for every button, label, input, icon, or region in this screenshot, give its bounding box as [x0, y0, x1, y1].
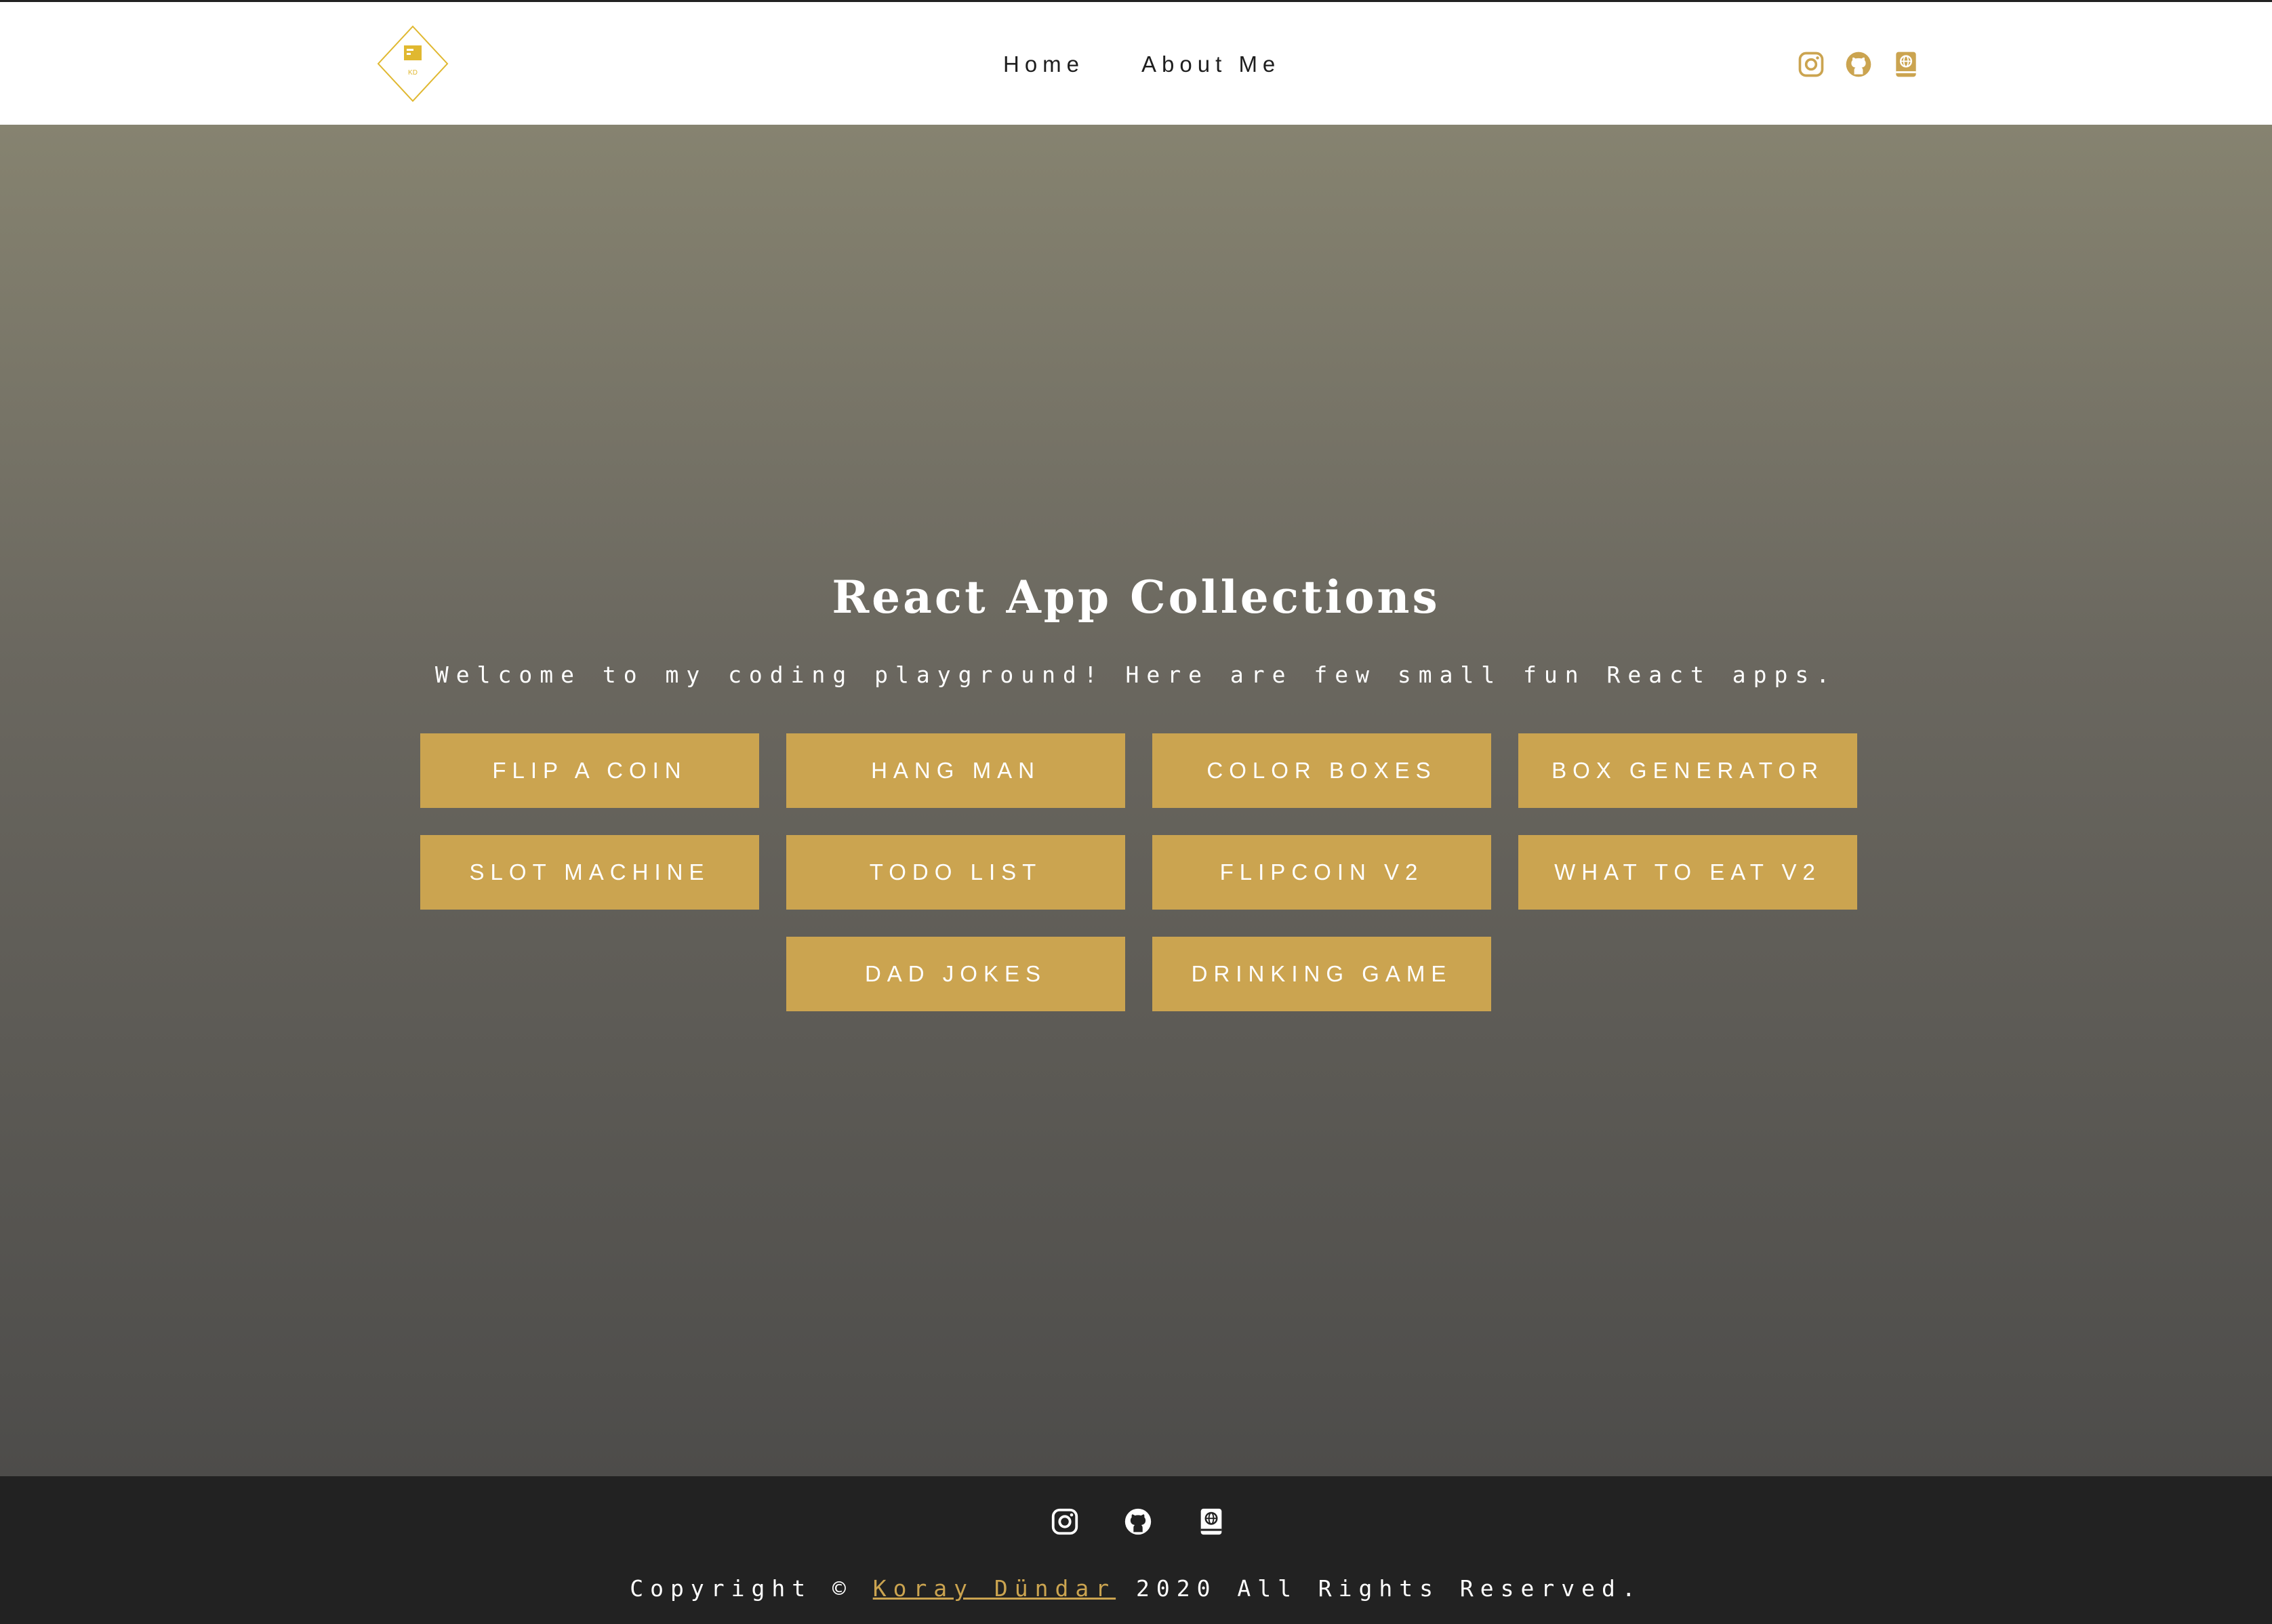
- page-title: React App Collections: [832, 571, 1440, 624]
- author-link[interactable]: Koray Dündar: [873, 1575, 1116, 1602]
- footer-social-icons: [1049, 1506, 1227, 1537]
- github-icon[interactable]: [1844, 49, 1873, 79]
- instagram-icon[interactable]: [1796, 49, 1826, 79]
- logo-initials: KD: [408, 69, 418, 77]
- github-icon[interactable]: [1122, 1506, 1154, 1537]
- app-button-what-to-eat-v2[interactable]: WHAT TO EAT V2: [1518, 835, 1857, 910]
- app-button-color-boxes[interactable]: COLOR BOXES: [1152, 733, 1491, 808]
- page-subtitle: Welcome to my coding playground! Here ar…: [434, 662, 1838, 688]
- app-button-flipcoin-v2[interactable]: FLIPCOIN V2: [1152, 835, 1491, 910]
- hero-section: React App Collections Welcome to my codi…: [0, 125, 2272, 1476]
- app-button-drinking-game[interactable]: DRINKING GAME: [1152, 937, 1491, 1011]
- logo-icon[interactable]: KD: [377, 25, 449, 102]
- copyright-suffix: 2020 All Rights Reserved.: [1136, 1575, 1642, 1602]
- book-globe-icon[interactable]: [1891, 49, 1921, 79]
- app-button-dad-jokes[interactable]: DAD JOKES: [786, 937, 1125, 1011]
- instagram-icon[interactable]: [1049, 1506, 1080, 1537]
- app-button-slot-machine[interactable]: SLOT MACHINE: [420, 835, 759, 910]
- copyright-prefix: Copyright ©: [630, 1575, 853, 1602]
- app-button-flip-a-coin[interactable]: FLIP A COIN: [420, 733, 759, 808]
- nav-links: Home About Me: [1003, 48, 1280, 81]
- book-globe-icon[interactable]: [1196, 1506, 1227, 1537]
- nav-social-icons: [1796, 49, 1921, 79]
- navbar: KD Home About Me: [0, 2, 2272, 125]
- app-button-hang-man[interactable]: HANG MAN: [786, 733, 1125, 808]
- nav-link-home[interactable]: Home: [1003, 52, 1084, 77]
- footer: Copyright © Koray Dündar 2020 All Rights…: [0, 1476, 2272, 1624]
- app-button-box-generator[interactable]: BOX GENERATOR: [1518, 733, 1857, 808]
- copyright-text: Copyright © Koray Dündar 2020 All Rights…: [0, 1575, 2272, 1602]
- app-button-todo-list[interactable]: TODO LIST: [786, 835, 1125, 910]
- nav-link-about-me[interactable]: About Me: [1141, 52, 1280, 77]
